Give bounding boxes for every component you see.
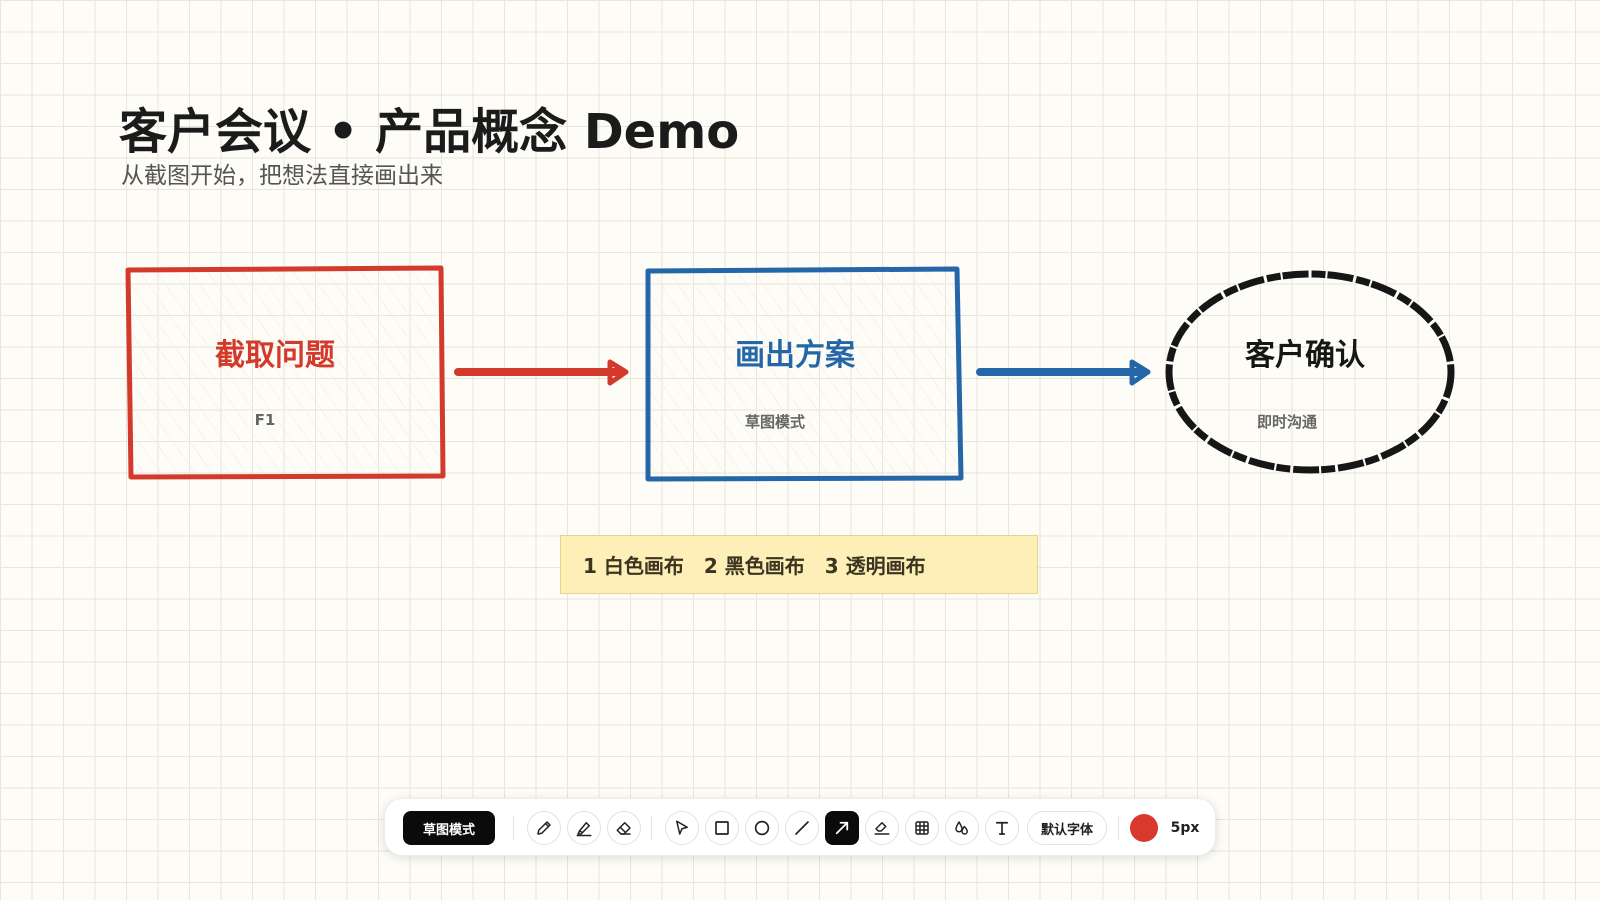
note-item-white: 1 白色画布 <box>583 554 684 578</box>
fill-eraser-tool-button[interactable] <box>865 811 899 845</box>
font-select-button[interactable]: 默认字体 <box>1027 811 1107 845</box>
fill-eraser-icon <box>874 822 890 835</box>
drawing-toolbar: 草图模式 默认字体 5px <box>384 798 1216 856</box>
sketch-mode-button[interactable]: 草图模式 <box>403 811 495 845</box>
circle-icon <box>754 820 770 836</box>
flow-box-solution[interactable] <box>645 266 964 482</box>
select-cursor-icon <box>676 820 688 835</box>
eraser-icon <box>616 822 631 835</box>
grid-tool-button[interactable] <box>905 811 939 845</box>
color-fill-tool-button[interactable] <box>945 811 979 845</box>
pencil-tool-button[interactable] <box>527 811 561 845</box>
flow-sub-confirm: 即时沟通 <box>1256 413 1317 431</box>
line-icon <box>795 821 809 835</box>
sketch-canvas[interactable] <box>0 0 1600 900</box>
current-color-swatch[interactable] <box>1130 814 1158 842</box>
grid-icon <box>915 821 929 835</box>
flow-label-solution: 画出方案 <box>735 338 855 373</box>
select-tool-button[interactable] <box>665 811 699 845</box>
arrow-icon <box>835 821 849 835</box>
rectangle-icon <box>715 821 729 835</box>
color-drops-icon <box>955 821 968 835</box>
canvas-hint-note: 1 白色画布 2 黑色画布 3 透明画布 <box>560 535 1038 594</box>
flow-arrow-2[interactable] <box>976 359 1151 386</box>
toolbar-divider <box>513 816 514 840</box>
rectangle-tool-button[interactable] <box>705 811 739 845</box>
flow-label-capture: 截取问题 <box>215 338 335 373</box>
arrow-tool-button[interactable] <box>825 811 859 845</box>
note-item-black: 2 黑色画布 <box>703 554 805 578</box>
text-tool-button[interactable] <box>985 811 1019 845</box>
highlighter-icon <box>576 822 592 837</box>
flow-sub-solution: 草图模式 <box>744 413 805 431</box>
circle-tool-button[interactable] <box>745 811 779 845</box>
flow-arrow-1[interactable] <box>454 359 629 386</box>
flow-label-confirm: 客户确认 <box>1245 338 1365 373</box>
note-item-transparent: 3 透明画布 <box>824 554 926 578</box>
toolbar-divider <box>1118 816 1119 840</box>
pencil-icon <box>537 821 551 835</box>
stroke-size-label[interactable]: 5px <box>1165 811 1205 845</box>
line-tool-button[interactable] <box>785 811 819 845</box>
highlighter-tool-button[interactable] <box>567 811 601 845</box>
eraser-tool-button[interactable] <box>607 811 641 845</box>
toolbar-divider <box>651 816 652 840</box>
text-icon <box>995 821 1009 835</box>
flow-sub-capture: F1 <box>254 411 276 429</box>
